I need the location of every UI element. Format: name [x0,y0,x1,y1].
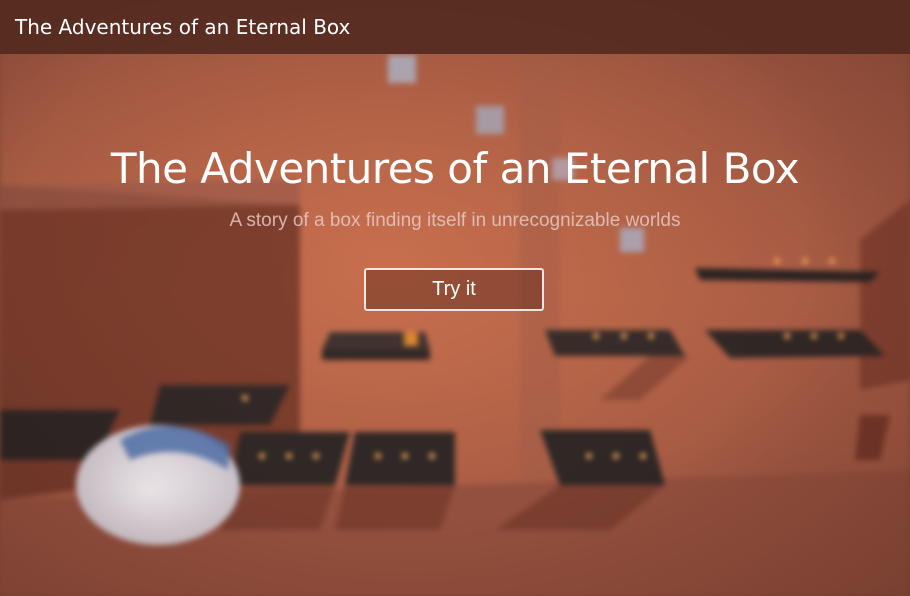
hero-title: The Adventures of an Eternal Box [110,144,800,193]
window-title: The Adventures of an Eternal Box [15,15,351,39]
app-window: The Adventures of an Eternal Box The Adv… [0,0,910,596]
hero-section: The Adventures of an Eternal Box A story… [0,140,910,232]
try-it-button[interactable]: Try it [364,268,544,311]
hero-subtitle: A story of a box finding itself in unrec… [229,210,681,231]
window-titlebar: The Adventures of an Eternal Box [0,0,910,54]
